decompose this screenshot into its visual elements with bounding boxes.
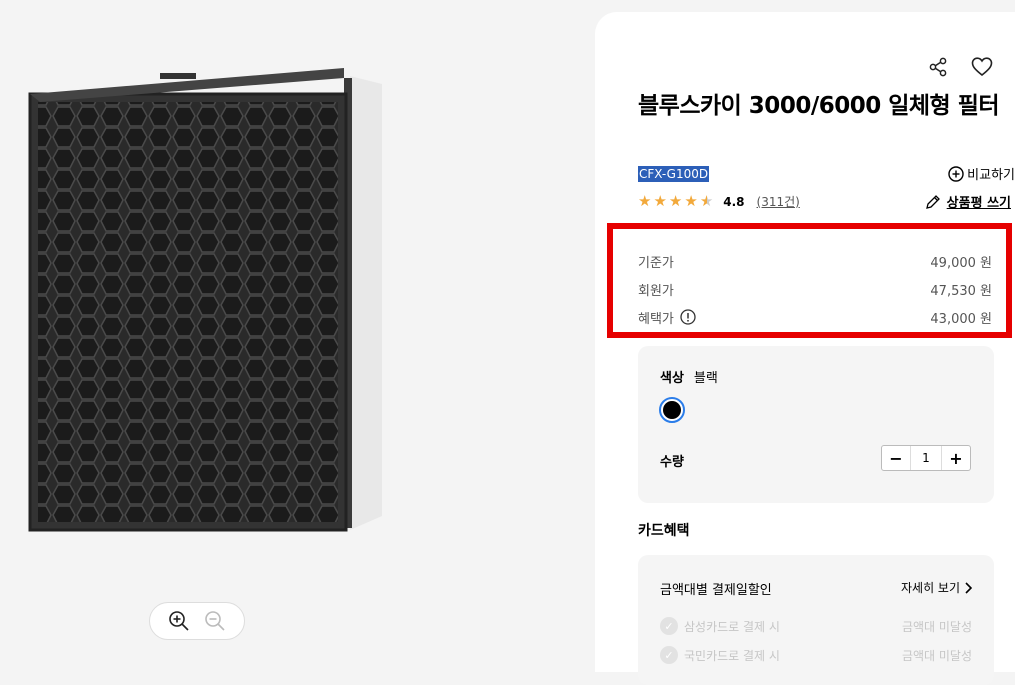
pencil-icon [925,194,940,209]
write-review-label: 상품평 쓰기 [946,196,1011,211]
chevron-right-icon [965,581,972,594]
price-label: 기준가 [638,255,674,271]
compare-label: 비교하기 [967,168,1015,183]
option-box: 색상 블랙 수량 − 1 + [638,346,994,503]
card-name: 국민카드로 결제 시 [684,648,780,663]
review-count-link[interactable]: (311건) [757,193,800,210]
zoom-out-icon[interactable] [204,610,226,632]
details-label: 자세히 보기 [900,581,960,595]
check-icon: ✓ [660,646,678,664]
top-actions [927,56,993,78]
price-value: 43,000 원 [930,311,992,327]
price-value: 47,530 원 [930,283,992,299]
product-detail-panel: 블루스카이 3000/6000 일체형 필터 CFX-G100D 비교하기 ★ … [595,12,1015,685]
product-title: 블루스카이 3000/6000 일체형 필터 [638,93,1000,119]
price-label: 혜택가 [638,311,674,327]
product-image [28,68,382,532]
star-icon: ★ [668,192,683,210]
price-box: 기준가 49,000 원 회원가 47,530 원 혜택가 43,000 원 [607,223,1012,338]
info-icon[interactable] [680,309,696,325]
star-icon: ★ [638,192,652,210]
heart-icon[interactable] [971,56,993,78]
price-row-member: 회원가 47,530 원 [638,275,992,303]
rating-score: 4.8 [723,194,745,209]
price-label-wrap: 혜택가 [638,308,696,327]
price-label: 회원가 [638,283,674,299]
quantity-label: 수량 [660,455,684,470]
write-review-button[interactable]: 상품평 쓰기 [925,192,1011,211]
card-item: ✓ 삼성카드로 결제 시 금액대 미달성 [660,617,972,635]
star-icon: ★ [684,192,698,210]
card-item: ✓ 국민카드로 결제 시 금액대 미달성 [660,646,972,664]
share-icon[interactable] [927,56,949,78]
rating-summary: ★ ★ ★ ★ ★ 4.8 (311건) [638,193,800,210]
quantity-minus-button[interactable]: − [882,446,910,470]
star-half-icon: ★ [699,192,714,210]
price-row-base: 기준가 49,000 원 [638,247,992,275]
check-icon: ✓ [660,617,678,635]
price-value: 49,000 원 [930,255,992,271]
card-discount-heading: 금액대별 결제일할인 [660,583,772,598]
color-value: 블랙 [693,371,718,386]
swatch-fill [663,401,681,419]
card-benefit-title: 카드혜택 [638,523,690,539]
model-code: CFX-G100D [638,166,710,182]
quantity-value[interactable]: 1 [910,446,942,470]
color-label: 색상 [660,371,684,386]
color-option: 색상 블랙 [660,367,718,386]
zoom-controls [149,602,245,640]
compare-button[interactable]: 비교하기 [948,164,1015,183]
card-name: 삼성카드로 결제 시 [684,619,780,634]
color-swatch-black[interactable] [659,397,685,423]
product-gallery [0,0,595,664]
details-link[interactable]: 자세히 보기 [901,579,972,596]
card-benefit-box: 금액대별 결제일할인 자세히 보기 ✓ 삼성카드로 결제 시 금액대 미달성 ✓ 국… [638,555,994,685]
star-icon: ★ [653,192,667,210]
price-row-benefit: 혜택가 43,000 원 [638,303,992,331]
quantity-stepper: − 1 + [881,445,971,471]
card-status: 금액대 미달성 [901,648,972,663]
card-status: 금액대 미달성 [901,619,972,634]
quantity-plus-button[interactable]: + [942,446,970,470]
zoom-in-icon[interactable] [168,610,190,632]
plus-circle-icon [948,165,964,182]
